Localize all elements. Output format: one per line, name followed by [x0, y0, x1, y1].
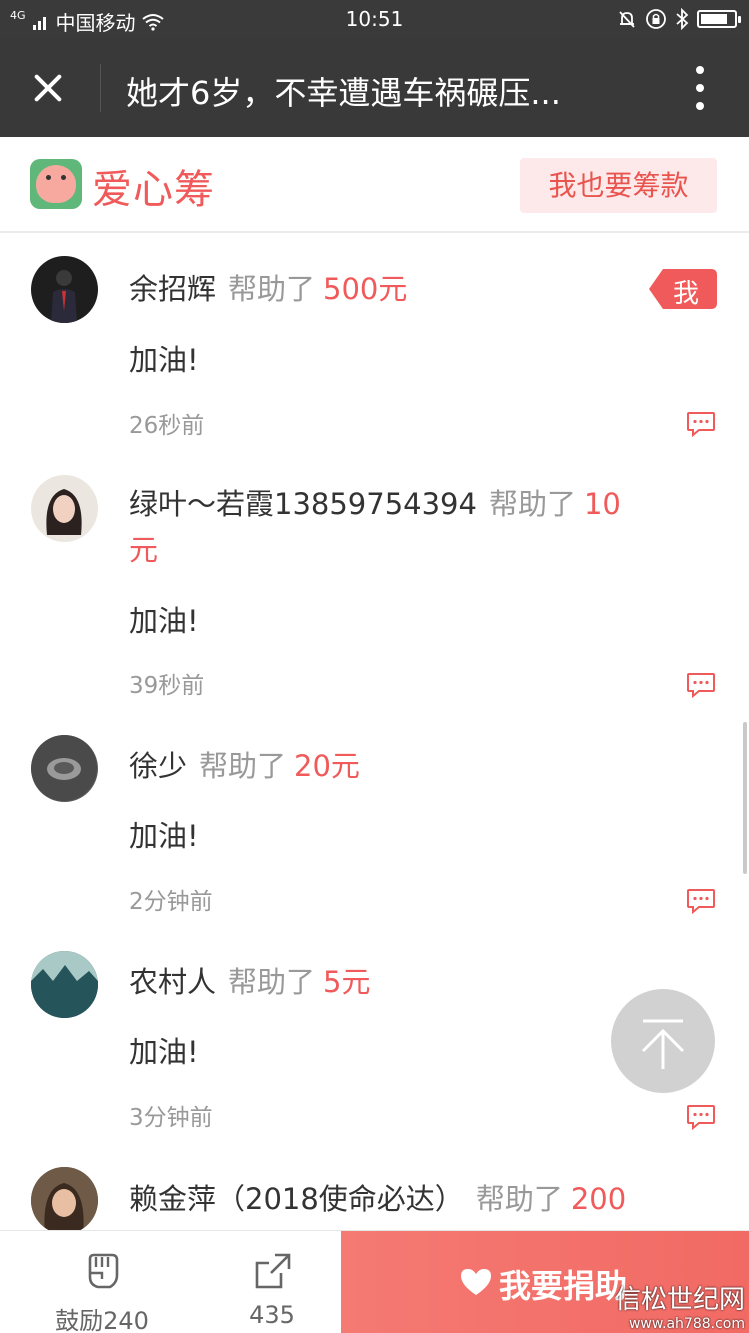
donor-name: 赖金萍（2018使命必达）	[129, 1182, 464, 1216]
watermark-text: 信松世纪网	[614, 1285, 745, 1315]
donor-name: 农村人	[129, 965, 217, 999]
comment-icon[interactable]	[686, 411, 716, 437]
fist-icon	[88, 1253, 119, 1289]
share-count: 435	[249, 1301, 295, 1329]
me-tag-label: 我	[673, 279, 700, 309]
comment-icon[interactable]	[686, 888, 716, 914]
donation-message: 加油!	[129, 343, 199, 377]
donation-message: 加油!	[129, 1035, 199, 1069]
donation-item: 徐少 帮助了 20元 加油! 2分钟前	[0, 735, 749, 951]
donor-name: 余招辉	[129, 272, 217, 306]
back-to-top-button[interactable]	[611, 989, 715, 1093]
avatar[interactable]	[31, 256, 98, 323]
donor-name: 绿叶～若霞13859754394	[129, 487, 477, 521]
donation-message: 加油!	[129, 604, 199, 638]
donor-line: 绿叶～若霞13859754394 帮助了 10元	[129, 481, 649, 573]
donor-name: 徐少	[129, 749, 188, 783]
donation-amount: 5元	[323, 965, 371, 999]
brand-logo-icon	[30, 159, 82, 209]
donate-button[interactable]: 我要捐助 信松世纪网 www.ah788.com	[341, 1231, 749, 1333]
donation-time: 3分钟前	[129, 1105, 213, 1131]
donation-item: 赖金萍（2018使命必达）帮助了200元	[0, 1167, 749, 1230]
helped-label: 帮助了	[488, 487, 576, 521]
donation-time: 2分钟前	[129, 889, 213, 915]
rotation-lock-icon	[646, 9, 666, 29]
bottom-bar: 鼓励240 435 我要捐助 信松世纪网 www.ah788.com	[0, 1230, 749, 1333]
start-fundraising-button[interactable]: 我也要筹款	[520, 158, 717, 213]
helped-label: 帮助了	[228, 965, 316, 999]
donation-time: 26秒前	[129, 413, 205, 439]
encourage-label: 鼓励240	[55, 1307, 149, 1333]
comment-icon[interactable]	[686, 1104, 716, 1130]
title-bar: 她才6岁，不幸遭遇车祸碾压...	[0, 38, 749, 137]
title-divider	[100, 64, 101, 112]
me-tag: 我	[649, 269, 717, 309]
donation-time: 39秒前	[129, 673, 205, 699]
more-options-button[interactable]	[693, 66, 707, 110]
avatar[interactable]	[31, 1167, 98, 1230]
encourage-button[interactable]: 鼓励240	[40, 1231, 164, 1333]
status-bar: 4G 中国移动 10:51	[0, 0, 749, 38]
page-title: 她才6岁，不幸遭遇车祸碾压...	[126, 74, 561, 112]
helped-label: 帮助了	[199, 749, 287, 783]
watermark-url: www.ah788.com	[628, 1316, 745, 1332]
donor-line: 赖金萍（2018使命必达）帮助了200元	[129, 1176, 649, 1230]
brand-header: 爱心筹 我也要筹款	[0, 137, 749, 233]
avatar[interactable]	[31, 475, 98, 542]
donation-item: 绿叶～若霞13859754394 帮助了 10元 加油! 39秒前	[0, 475, 749, 735]
comment-icon[interactable]	[686, 672, 716, 698]
brand-name: 爱心筹	[92, 167, 215, 213]
donation-amount: 20元	[294, 749, 360, 783]
scrollbar[interactable]	[743, 722, 747, 874]
donation-message: 加油!	[129, 819, 199, 853]
helped-label: 帮助了	[475, 1182, 563, 1216]
share-icon	[255, 1253, 291, 1289]
avatar[interactable]	[31, 735, 98, 802]
heart-icon	[461, 1269, 491, 1295]
share-button[interactable]: 435	[222, 1231, 322, 1333]
donor-line: 余招辉 帮助了 500元	[129, 266, 649, 312]
donor-line: 农村人 帮助了 5元	[129, 959, 649, 1005]
close-button[interactable]	[26, 66, 70, 110]
donate-label: 我要捐助	[499, 1267, 628, 1305]
bluetooth-icon	[676, 8, 689, 30]
donor-line: 徐少 帮助了 20元	[129, 743, 649, 789]
avatar[interactable]	[31, 951, 98, 1018]
donation-amount: 500元	[323, 272, 408, 306]
battery-icon	[697, 10, 741, 28]
watermark: 信松世纪网 www.ah788.com	[615, 1279, 745, 1332]
helped-label: 帮助了	[228, 272, 316, 306]
mute-bell-icon	[619, 11, 635, 28]
donation-item: 余招辉 帮助了 500元 我 加油! 26秒前	[0, 235, 749, 475]
